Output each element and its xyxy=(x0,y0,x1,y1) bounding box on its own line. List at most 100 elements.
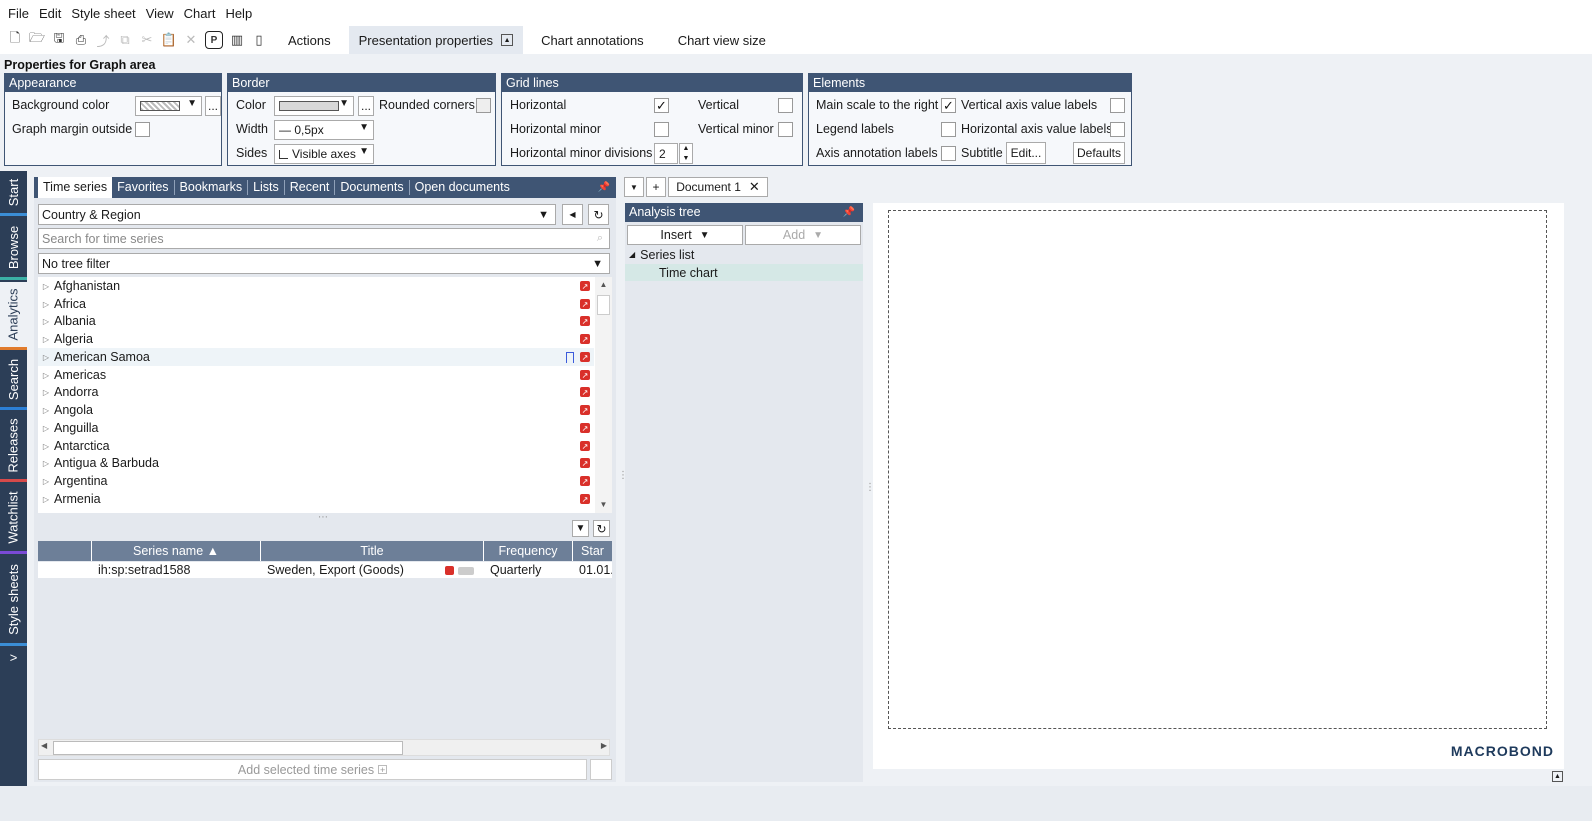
expand-up-icon[interactable]: ▲ xyxy=(1552,771,1563,782)
share-icon[interactable]: ⤴ xyxy=(92,29,114,51)
category-select[interactable]: Country & Region ▼ xyxy=(38,204,556,225)
tree-item[interactable]: ▷ Antigua & Barbuda ↗ xyxy=(38,454,594,472)
tree-node-time-chart[interactable]: Time chart xyxy=(625,264,863,281)
splitter-handle[interactable]: ⋯ xyxy=(318,512,328,523)
expand-icon[interactable]: ▷ xyxy=(38,317,54,326)
table-row[interactable]: ih:sp:setrad1588 Sweden, Export (Goods) … xyxy=(38,562,612,578)
insert-button[interactable]: Insert ▼ xyxy=(627,225,743,245)
add-series-toggle-button[interactable] xyxy=(590,759,612,780)
expand-icon[interactable]: ▷ xyxy=(38,459,54,468)
expand-icon[interactable]: ▷ xyxy=(38,335,54,344)
menu-file[interactable]: File xyxy=(6,6,37,21)
scroll-thumb[interactable] xyxy=(597,295,610,315)
chart-bars-icon[interactable]: ▥ xyxy=(226,29,248,51)
rounded-corners-checkbox[interactable] xyxy=(476,98,491,113)
expand-icon[interactable]: ▷ xyxy=(38,424,54,433)
expand-icon[interactable]: ▷ xyxy=(38,477,54,486)
grid-header-start[interactable]: Star xyxy=(573,541,612,561)
grid-header-frequency[interactable]: Frequency xyxy=(484,541,573,561)
grid-header-select[interactable] xyxy=(38,541,92,561)
grid-horizontal-scrollbar[interactable]: ◀ ▶ xyxy=(38,739,610,756)
tab-time-series[interactable]: Time series xyxy=(38,177,113,198)
refresh-button[interactable]: ↻ xyxy=(588,204,609,225)
legend-labels-checkbox[interactable] xyxy=(941,122,956,137)
main-scale-right-checkbox[interactable]: ✓ xyxy=(941,98,956,113)
tree-item[interactable]: ▷ Afghanistan ↗ xyxy=(38,277,594,295)
tree-item[interactable]: ▷ Anguilla ↗ xyxy=(38,419,594,437)
device-icon[interactable]: ▯ xyxy=(248,29,270,51)
tree-item[interactable]: ▷ Angola ↗ xyxy=(38,401,594,419)
pin-icon[interactable]: 📌 xyxy=(598,182,610,193)
tab-presentation-properties[interactable]: Presentation properties ▲ xyxy=(348,26,524,54)
expand-icon[interactable]: ▷ xyxy=(38,388,54,397)
chart-frame[interactable] xyxy=(888,210,1547,729)
expand-icon[interactable]: ▷ xyxy=(38,371,54,380)
expand-icon[interactable]: ▷ xyxy=(38,353,54,362)
pin-icon[interactable]: 📌 xyxy=(843,203,855,222)
collapse-icon[interactable]: ▲ xyxy=(501,34,514,46)
expand-icon[interactable]: ▷ xyxy=(38,495,54,504)
back-button[interactable]: ◀ xyxy=(562,204,583,225)
tree-item[interactable]: ▷ American Samoa ↗ xyxy=(38,348,594,366)
tab-lists[interactable]: Lists xyxy=(248,180,285,195)
grid-header-title[interactable]: Title xyxy=(261,541,484,561)
horizontal-minor-checkbox[interactable] xyxy=(654,122,669,137)
vertical-axis-value-labels-checkbox[interactable] xyxy=(1110,98,1125,113)
side-tab-start[interactable]: Start xyxy=(0,171,27,216)
tree-item[interactable]: ▷ Armenia ↗ xyxy=(38,490,594,508)
divisions-stepper[interactable]: ▲ ▼ xyxy=(679,143,693,164)
side-tab-releases[interactable]: Releases xyxy=(0,412,27,482)
side-tab-browse[interactable]: Browse xyxy=(0,218,27,280)
new-tab-button[interactable]: + xyxy=(646,177,666,197)
tree-scrollbar[interactable]: ▲ ▼ xyxy=(595,277,612,513)
tree-node-series-list[interactable]: ◢ Series list xyxy=(625,246,863,263)
tree-filter-select[interactable]: No tree filter ▼ xyxy=(38,253,610,274)
add-selected-button[interactable]: Add selected time series + xyxy=(38,759,587,780)
tab-recent[interactable]: Recent xyxy=(285,180,336,195)
bookmark-icon[interactable] xyxy=(566,351,574,363)
side-tab-style-sheets[interactable]: Style sheets xyxy=(0,556,27,646)
expand-icon[interactable]: ▷ xyxy=(38,282,54,291)
subtitle-edit-button[interactable]: Edit... xyxy=(1006,142,1046,164)
axis-annotation-labels-checkbox[interactable] xyxy=(941,146,956,161)
presentation-icon[interactable]: P xyxy=(205,31,223,49)
tab-open-documents[interactable]: Open documents xyxy=(410,180,515,195)
tree-item[interactable]: ▷ Argentina ↗ xyxy=(38,472,594,490)
tab-actions[interactable]: Actions xyxy=(278,26,341,54)
grid-refresh-button[interactable]: ↻ xyxy=(593,520,610,537)
tab-chart-annotations[interactable]: Chart annotations xyxy=(531,26,654,54)
tree-item[interactable]: ▷ Algeria ↗ xyxy=(38,330,594,348)
border-width-select[interactable]: — 0,5px ▼ xyxy=(274,120,374,140)
side-tab-search[interactable]: Search xyxy=(0,352,27,410)
delete-icon[interactable]: ✕ xyxy=(180,29,202,51)
scroll-thumb[interactable] xyxy=(53,741,403,755)
minor-divisions-input[interactable]: 2 xyxy=(654,143,678,164)
background-color-picker[interactable]: ▼ xyxy=(135,96,202,116)
menu-view[interactable]: View xyxy=(144,6,182,21)
vertical-checkbox[interactable] xyxy=(778,98,793,113)
side-tab-watchlist[interactable]: Watchlist xyxy=(0,484,27,554)
save-icon[interactable]: 🖫 xyxy=(48,29,70,51)
scroll-right-icon[interactable]: ▶ xyxy=(601,741,607,750)
horizontal-axis-value-labels-checkbox[interactable] xyxy=(1110,122,1125,137)
collapse-triangle-icon[interactable]: ◢ xyxy=(629,250,635,259)
scroll-up-icon[interactable]: ▲ xyxy=(595,277,612,293)
search-input[interactable]: Search for time series ⌕ xyxy=(38,228,610,249)
expand-icon[interactable]: ▷ xyxy=(38,406,54,415)
toggle-icon[interactable] xyxy=(458,566,474,575)
menu-help[interactable]: Help xyxy=(223,6,260,21)
tab-chart-view-size[interactable]: Chart view size xyxy=(668,26,776,54)
print-icon[interactable]: ⎙ xyxy=(70,29,92,51)
new-document-icon[interactable]: 🗋 xyxy=(4,29,26,51)
tree-item[interactable]: ▷ Americas ↗ xyxy=(38,366,594,384)
border-sides-select[interactable]: Visible axes ▼ xyxy=(274,144,374,164)
tree-item[interactable]: ▷ Antarctica ↗ xyxy=(38,437,594,455)
horizontal-checkbox[interactable]: ✓ xyxy=(654,98,669,113)
graph-margin-outside-checkbox[interactable] xyxy=(135,122,150,137)
open-folder-icon[interactable]: 🗁 xyxy=(26,29,48,51)
tree-item[interactable]: ▷ Andorra ↗ xyxy=(38,383,594,401)
tab-bookmarks[interactable]: Bookmarks xyxy=(175,180,249,195)
expand-icon[interactable]: ▷ xyxy=(38,300,54,309)
border-color-more-button[interactable]: ... xyxy=(358,96,374,116)
close-icon[interactable]: ✕ xyxy=(749,179,760,195)
